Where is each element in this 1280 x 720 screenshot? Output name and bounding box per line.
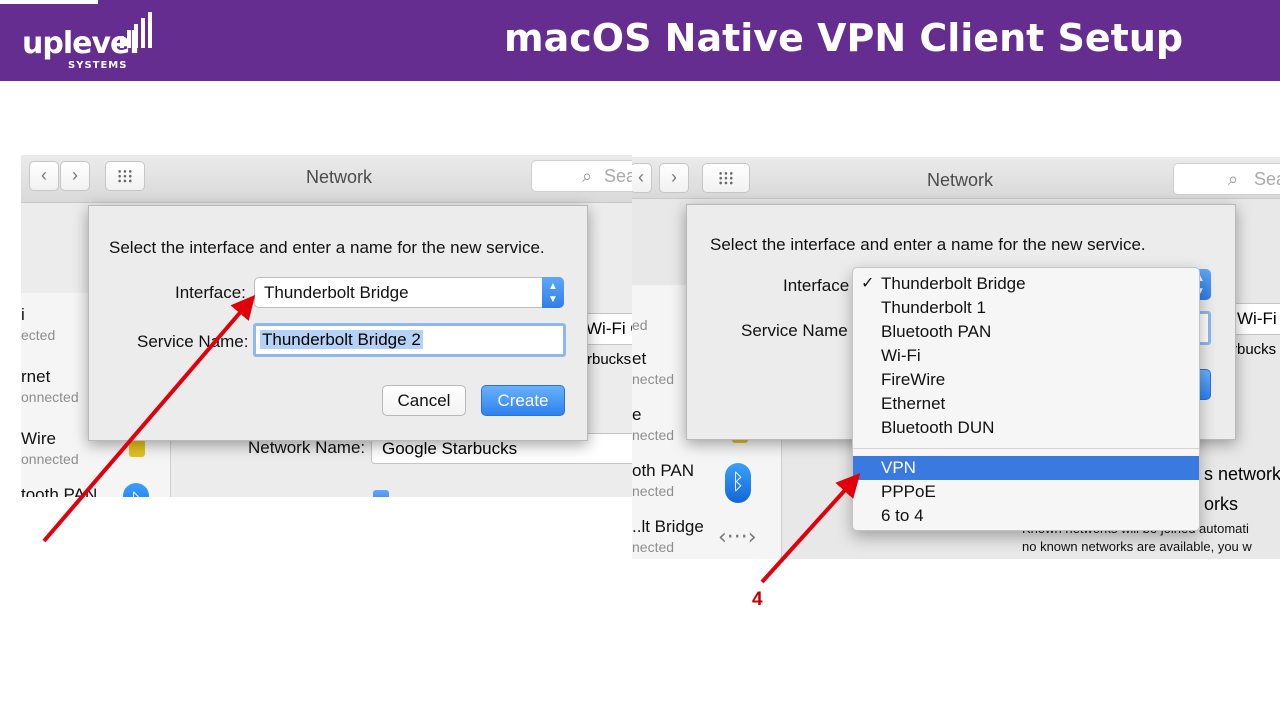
sidebar-item-firewire[interactable]: Wire onnected	[21, 429, 79, 467]
updown-arrows-icon: ▲ ▼	[542, 277, 564, 308]
left-network-screenshot: ‹ › Network ⌕ Sea i ected rnet onnected …	[21, 155, 632, 497]
menu-item-wifi[interactable]: Wi-Fi	[853, 344, 1199, 368]
slide-header: uplevel SYSTEMS macOS Native VPN Client …	[0, 0, 1280, 81]
service-name-label: Service Name:	[137, 332, 249, 351]
uplevel-logo: uplevel SYSTEMS	[22, 12, 152, 76]
menu-item-label: Thunderbolt Bridge	[881, 274, 1026, 293]
logo-subtext: SYSTEMS	[68, 60, 128, 71]
new-service-dialog: Select the interface and enter a name fo…	[88, 205, 588, 441]
show-all-button[interactable]	[702, 163, 750, 193]
sidebar-item-ethernet[interactable]: et nected	[632, 349, 674, 387]
sidebar-item-name: e	[632, 405, 642, 424]
back-button[interactable]: ‹	[632, 163, 652, 193]
back-button[interactable]: ‹	[29, 161, 59, 191]
menu-item-thunderbolt-bridge[interactable]: ✓ Thunderbolt Bridge	[853, 272, 1199, 296]
grid-icon	[117, 169, 133, 183]
create-button[interactable]: Create	[481, 385, 565, 416]
sidebar-item-status: nected	[632, 539, 675, 555]
sidebar-item-status: nected	[632, 483, 675, 499]
bridge-icon: ‹···›	[718, 525, 757, 550]
menu-item-pppoe[interactable]: PPPoE	[853, 480, 1199, 504]
network-text: rbucks	[1232, 341, 1277, 358]
sidebar-item-firewire[interactable]: e nected	[632, 405, 674, 443]
chevron-right-icon: ›	[671, 167, 677, 187]
search-placeholder: Sea	[1254, 169, 1280, 189]
grid-icon	[718, 171, 734, 185]
header-notch	[0, 0, 98, 4]
bluetooth-icon: ᛒ	[725, 463, 751, 503]
sidebar-item-bluetooth-pan[interactable]: oth PAN nected	[632, 461, 694, 499]
service-name-label: Service Name	[741, 321, 848, 340]
search-icon: ⌕	[1228, 169, 1239, 189]
sidebar-item-name: oth PAN	[632, 461, 695, 480]
window-title: Network	[927, 170, 994, 190]
sidebar-item-wifi[interactable]: i ected	[21, 305, 55, 343]
sidebar-item-name: i	[21, 305, 25, 324]
forward-button[interactable]: ›	[60, 161, 90, 191]
menu-item-firewire[interactable]: FireWire	[853, 368, 1199, 392]
forward-button[interactable]: ›	[659, 163, 689, 193]
sidebar-item-status: nected	[632, 427, 675, 443]
sidebar-item-name: et	[632, 349, 647, 368]
sidebar-item-wifi[interactable]: ed	[632, 315, 648, 333]
menu-item-ethernet[interactable]: Ethernet	[853, 392, 1199, 416]
checkmark-icon: ✓	[861, 275, 875, 292]
right-network-screenshot: ‹ › Network ⌕ Sea ed et nected e nected …	[632, 157, 1280, 559]
sidebar-item-status: ed	[632, 317, 648, 333]
menu-item-bluetooth-pan[interactable]: Bluetooth PAN	[853, 320, 1199, 344]
network-text: orks	[1204, 494, 1239, 514]
sidebar-item-status: ected	[21, 327, 56, 343]
sidebar-item-thunderbolt-bridge[interactable]: ..lt Bridge nected	[632, 517, 704, 555]
network-name-label: Network Name:	[248, 438, 366, 457]
menu-item-6to4[interactable]: 6 to 4	[853, 504, 1199, 528]
cancel-button[interactable]: Cancel	[382, 385, 466, 416]
interface-popup[interactable]: Thunderbolt Bridge ▲ ▼	[254, 277, 564, 308]
sidebar-item-name: ..lt Bridge	[632, 517, 704, 536]
dialog-prompt: Select the interface and enter a name fo…	[109, 238, 545, 257]
interface-label: Interface:	[175, 283, 246, 302]
service-name-field[interactable]: Thunderbolt Bridge 2	[253, 323, 566, 357]
sidebar-item-status: onnected	[21, 451, 79, 467]
menu-item-bluetooth-dun[interactable]: Bluetooth DUN	[853, 416, 1199, 440]
interface-dropdown-menu: ✓ Thunderbolt Bridge Thunderbolt 1 Bluet…	[852, 267, 1200, 531]
chevron-right-icon: ›	[72, 165, 78, 185]
service-name-value: Thunderbolt Bridge 2	[260, 330, 423, 349]
chevron-left-icon: ‹	[41, 165, 47, 185]
menu-item-thunderbolt-1[interactable]: Thunderbolt 1	[853, 296, 1199, 320]
wifi-status-popup[interactable]: Wi-Fi O	[1230, 303, 1280, 335]
interface-label: Interface	[783, 276, 850, 295]
chevron-left-icon: ‹	[638, 167, 644, 187]
sidebar-item-ethernet[interactable]: rnet onnected	[21, 367, 79, 405]
sidebar-item-status: nected	[632, 371, 675, 387]
search-icon: ⌕	[582, 166, 593, 186]
bluetooth-icon: ᛒ	[123, 483, 149, 497]
sidebar-item-status: onnected	[21, 389, 79, 405]
interface-popup-value: Thunderbolt Bridge	[264, 283, 409, 302]
auto-join-checkbox[interactable]	[373, 490, 389, 497]
slide-title: macOS Native VPN Client Setup	[504, 16, 1184, 60]
sidebar-item-name: rnet	[21, 367, 51, 386]
toolbar: ‹ › Network ⌕ Sea	[21, 155, 632, 203]
show-all-button[interactable]	[105, 161, 145, 191]
search-placeholder: Sea	[604, 166, 632, 186]
logo-wordmark: uplevel	[22, 26, 140, 61]
toolbar: ‹ › Network ⌕ Sea	[632, 157, 1280, 199]
sidebar-item-name: tooth PAN	[21, 485, 98, 497]
network-text: s network	[1204, 464, 1280, 484]
dialog-prompt: Select the interface and enter a name fo…	[710, 235, 1146, 254]
search-field[interactable]: ⌕ Sea	[531, 160, 632, 192]
known-networks-hint: no known networks are available, you w	[1022, 539, 1252, 554]
menu-separator	[853, 448, 1199, 449]
network-text: rbucks	[587, 351, 632, 368]
sidebar-item-name: Wire	[21, 429, 56, 448]
search-field[interactable]: ⌕ Sea	[1173, 163, 1280, 195]
step-number: 4	[752, 589, 763, 610]
window-title: Network	[306, 167, 373, 187]
sidebar-item-bluetooth-pan[interactable]: tooth PAN	[21, 485, 97, 497]
menu-item-vpn[interactable]: VPN	[853, 456, 1199, 480]
